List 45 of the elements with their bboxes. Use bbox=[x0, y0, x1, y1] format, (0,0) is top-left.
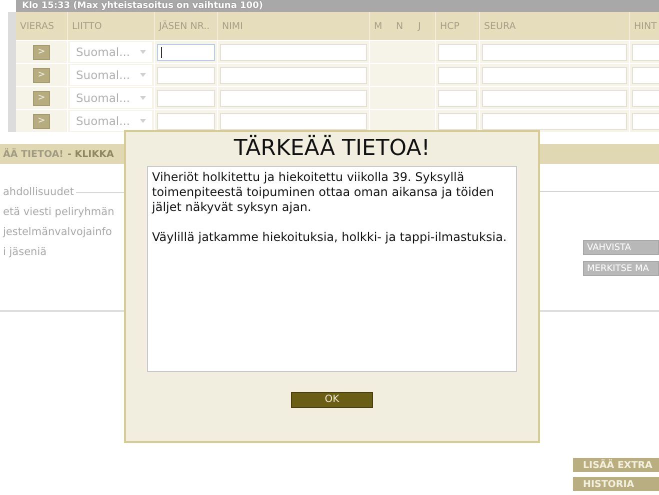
union-select[interactable]: Suomal... bbox=[70, 88, 152, 108]
message-paragraph: Viheriöt holkitettu ja hiekoitettu viikolla 39. Syksyllä toimenpiteestä toipuminen ottaa oman aikansa ja töiden jäljet näkyvät syksyn ajan. bbox=[152, 170, 496, 215]
action-button[interactable]: LISÄÄ EXTRA bbox=[573, 458, 659, 472]
guest-button[interactable]: > bbox=[33, 114, 50, 128]
member-number-field[interactable] bbox=[157, 66, 215, 84]
option-link[interactable]: jestelmänvalvojainfo bbox=[0, 226, 124, 238]
caret-icon bbox=[140, 96, 146, 100]
union-select[interactable]: Suomal... bbox=[70, 65, 152, 85]
caret-icon bbox=[140, 73, 146, 77]
name-field[interactable] bbox=[220, 90, 367, 106]
caret-icon bbox=[140, 50, 146, 54]
name-field[interactable] bbox=[220, 44, 367, 60]
dialog-title: TÄRKEÄÄ TIETOA! bbox=[234, 136, 430, 162]
ok-button[interactable]: OK bbox=[291, 392, 373, 408]
notice-title: ÄÄ TIETOA! bbox=[3, 148, 64, 160]
union-select[interactable]: Suomal... bbox=[70, 42, 152, 62]
name-field[interactable] bbox=[220, 112, 367, 130]
handicap-field[interactable] bbox=[438, 44, 477, 60]
club-field[interactable] bbox=[482, 44, 627, 60]
option-link[interactable]: i jäseniä bbox=[0, 246, 124, 258]
column-header: N bbox=[395, 20, 404, 34]
top-bar-title: Klo 15:33 (Max yhteistasoitus on vaihtuna 100) bbox=[21, 0, 263, 12]
guest-button[interactable]: > bbox=[33, 90, 50, 106]
column-header: M bbox=[373, 20, 384, 34]
name-field[interactable] bbox=[220, 66, 367, 84]
message-paragraph: Väylillä jatkamme hiekoituksia, holkki- ja tappi-ilmastuksia. bbox=[152, 230, 508, 245]
handicap-field[interactable] bbox=[438, 112, 477, 130]
club-field[interactable] bbox=[482, 112, 627, 130]
union-select[interactable]: Suomal... bbox=[70, 111, 152, 131]
action-button[interactable]: MERKITSE MA bbox=[583, 261, 659, 276]
caret-icon bbox=[140, 119, 146, 123]
guest-button[interactable]: > bbox=[33, 44, 50, 60]
member-number-field[interactable] bbox=[157, 112, 215, 130]
action-button[interactable]: VAHVISTA bbox=[583, 240, 659, 255]
notice-link[interactable]: - KLIKKA bbox=[68, 148, 114, 160]
member-number-field[interactable] bbox=[157, 90, 215, 106]
handicap-field[interactable] bbox=[438, 90, 477, 106]
fieldset-legend: ahdollisuudet bbox=[0, 186, 74, 198]
club-field[interactable] bbox=[482, 90, 627, 106]
member-number-field[interactable] bbox=[157, 44, 215, 60]
option-link[interactable]: etä viesti peliryhmän bbox=[0, 206, 124, 218]
handicap-field[interactable] bbox=[438, 66, 477, 84]
guest-button[interactable]: > bbox=[33, 68, 50, 82]
club-field[interactable] bbox=[482, 66, 627, 84]
action-button[interactable]: HISTORIA bbox=[573, 477, 659, 491]
